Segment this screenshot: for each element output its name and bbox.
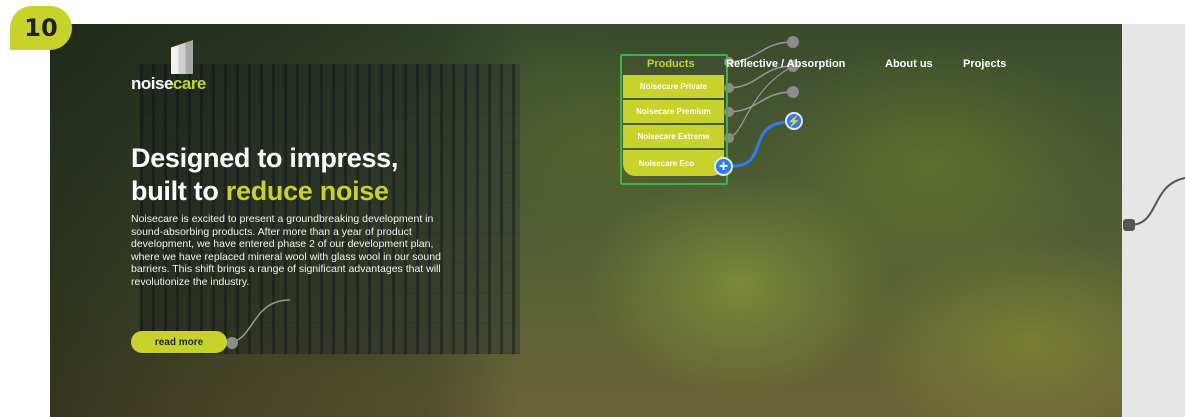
- connector-side-port: [1123, 219, 1135, 231]
- products-dropdown: Noisecare Private Noisecare Premium Nois…: [623, 75, 724, 178]
- connector-side: [1129, 177, 1185, 226]
- hero-headline: Designed to impress, built to reduce noi…: [131, 142, 398, 208]
- hero-description: Noisecare is excited to present a ground…: [131, 213, 441, 288]
- connector-port: [787, 86, 799, 98]
- logo-text-care: care: [172, 74, 206, 93]
- connector-readmore: [225, 299, 291, 344]
- headline-accent: reduce noise: [225, 176, 389, 206]
- read-more-button[interactable]: read more: [131, 331, 227, 353]
- menu-item-noisecare-extreme[interactable]: Noisecare Extreme: [623, 125, 724, 148]
- lightning-icon[interactable]: ⚡: [785, 112, 803, 130]
- headline-line-2: built to reduce noise: [131, 175, 398, 208]
- connector-active: [732, 120, 791, 168]
- menu-item-noisecare-premium[interactable]: Noisecare Premium: [623, 100, 724, 123]
- menu-item-noisecare-eco-label: Noisecare Eco: [638, 158, 695, 168]
- nav-products[interactable]: Products: [647, 58, 695, 70]
- menu-item-noisecare-eco[interactable]: Noisecare Eco: [623, 150, 724, 176]
- nav-about-us[interactable]: About us: [885, 58, 933, 70]
- connector-port: [226, 337, 238, 349]
- step-number-badge: 10: [10, 6, 72, 50]
- headline-prefix: built to: [131, 176, 226, 206]
- headline-line-1: Designed to impress,: [131, 143, 399, 173]
- logo-text: noisecare: [131, 74, 206, 94]
- menu-item-noisecare-private[interactable]: Noisecare Private: [623, 75, 724, 98]
- add-connection-icon[interactable]: +: [714, 157, 733, 176]
- connector-port: [787, 36, 799, 48]
- logo-text-noise: noise: [131, 74, 173, 93]
- nav-projects[interactable]: Projects: [963, 58, 1006, 70]
- nav-reflective-absorption[interactable]: Reflective / Absorption: [726, 58, 845, 70]
